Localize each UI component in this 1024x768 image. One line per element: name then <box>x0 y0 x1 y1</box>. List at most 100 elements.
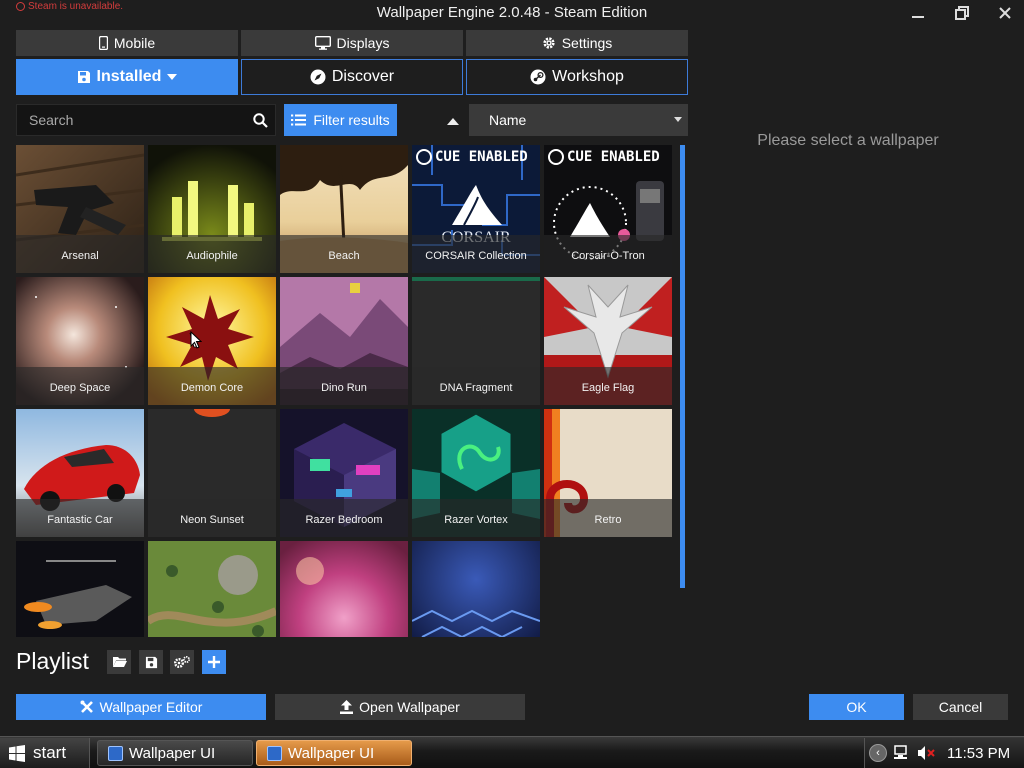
wallpaper-name: Fantastic Car <box>16 499 144 537</box>
close-icon <box>999 7 1011 19</box>
cue-badge: CUE ENABLED <box>416 149 528 165</box>
save-icon <box>145 656 157 668</box>
upload-icon <box>340 700 354 714</box>
tools-icon <box>80 700 93 713</box>
wallpaper-tile[interactable]: Retro <box>544 409 672 537</box>
filter-list-icon <box>291 114 307 126</box>
close-button[interactable] <box>993 2 1017 24</box>
wallpaper-tile[interactable]: Razer Vortex <box>412 409 540 537</box>
taskbar-item-label: Wallpaper UI <box>288 744 375 762</box>
open-wallpaper-label: Open Wallpaper <box>359 699 460 715</box>
wallpaper-tile[interactable]: Demon Core <box>148 277 276 405</box>
wallpaper-name: Audiophile <box>148 235 276 273</box>
system-tray: ‹ 11:53 PM <box>864 738 1024 768</box>
mouse-cursor-icon <box>190 331 202 349</box>
wallpaper-tile[interactable]: Audiophile <box>148 145 276 273</box>
wallpaper-tile[interactable]: Beach <box>280 145 408 273</box>
network-icon[interactable] <box>893 745 911 761</box>
wallpaper-name: Eagle Flag <box>544 367 672 405</box>
wallpaper-editor-button[interactable]: Wallpaper Editor <box>16 694 266 720</box>
playlist-save-button[interactable] <box>139 650 163 674</box>
wallpaper-tile[interactable]: Deep Space <box>16 277 144 405</box>
tab-workshop-label: Workshop <box>552 68 624 85</box>
cancel-button[interactable]: Cancel <box>913 694 1008 720</box>
folder-open-icon <box>112 657 127 667</box>
tab-discover[interactable]: Discover <box>241 59 463 95</box>
cue-badge-text: CUE ENABLED <box>435 149 528 165</box>
wallpaper-tile[interactable]: CUE ENABLED Corsair-O-Tron <box>544 145 672 273</box>
gear-icon <box>543 37 555 49</box>
app-window-icon <box>108 745 123 761</box>
ok-button[interactable]: OK <box>809 694 904 720</box>
sort-value: Name <box>489 112 527 128</box>
wallpaper-tile[interactable] <box>280 541 408 637</box>
filter-results-button[interactable]: Filter results <box>284 104 397 136</box>
restore-icon <box>955 6 969 20</box>
save-icon <box>77 71 90 83</box>
wallpaper-name: Retro <box>544 499 672 537</box>
filter-results-label: Filter results <box>313 112 390 128</box>
wallpaper-name: Dino Run <box>280 367 408 405</box>
wallpaper-tile[interactable]: Dino Run <box>280 277 408 405</box>
tab-discover-label: Discover <box>331 68 395 85</box>
wallpaper-name: Demon Core <box>148 367 276 405</box>
wallpaper-thumbnail <box>16 541 144 637</box>
tab-installed[interactable]: Installed <box>16 59 238 95</box>
wallpaper-tile[interactable]: Arsenal <box>16 145 144 273</box>
wallpaper-tile[interactable] <box>148 541 276 637</box>
wallpaper-tile[interactable]: Neon Sunset <box>148 409 276 537</box>
wallpaper-tile[interactable]: Fantastic Car <box>16 409 144 537</box>
wallpaper-name: DNA Fragment <box>412 367 540 405</box>
wallpaper-name: Razer Bedroom <box>280 499 408 537</box>
sort-direction-button[interactable] <box>444 112 462 130</box>
search-icon[interactable] <box>245 112 275 128</box>
open-wallpaper-button[interactable]: Open Wallpaper <box>275 694 525 720</box>
grid-scrollbar[interactable] <box>680 145 685 588</box>
wallpaper-name: Neon Sunset <box>148 499 276 537</box>
tab-displays[interactable]: Displays <box>241 30 463 56</box>
taskbar: start Wallpaper UI Wallpaper UI ‹ 11:53 … <box>0 736 1024 768</box>
wallpaper-tile[interactable]: DNA Fragment <box>412 277 540 405</box>
playlist-settings-button[interactable] <box>170 650 194 674</box>
monitor-icon <box>314 36 331 50</box>
chevron-down-icon <box>674 117 682 122</box>
power-icon <box>416 149 432 165</box>
tab-displays-label: Displays <box>336 35 390 51</box>
plus-icon <box>208 656 220 668</box>
tab-settings-label: Settings <box>561 35 613 51</box>
playlist-open-button[interactable] <box>107 650 131 674</box>
sort-select[interactable]: Name <box>469 104 688 136</box>
wallpaper-thumbnail <box>148 541 276 637</box>
search-input[interactable] <box>17 112 245 128</box>
minimize-button[interactable] <box>906 2 930 24</box>
wallpaper-tile[interactable]: Razer Bedroom <box>280 409 408 537</box>
taskbar-item-active[interactable]: Wallpaper UI <box>256 740 412 766</box>
wallpaper-editor-label: Wallpaper Editor <box>99 699 203 715</box>
wallpaper-tile[interactable] <box>412 541 540 637</box>
tab-settings[interactable]: Settings <box>466 30 688 56</box>
search-box[interactable] <box>16 104 276 136</box>
windows-logo-icon <box>9 744 25 762</box>
title-bar: Steam is unavailable. Wallpaper Engine 2… <box>0 0 1024 28</box>
restore-button[interactable] <box>950 2 974 24</box>
wallpaper-tile[interactable]: Eagle Flag <box>544 277 672 405</box>
start-button[interactable]: start <box>0 738 90 768</box>
wallpaper-tile[interactable] <box>16 541 144 637</box>
taskbar-item[interactable]: Wallpaper UI <box>97 740 253 766</box>
wallpaper-tile[interactable]: CUE ENABLED CORSAIR CORSAIR Collection <box>412 145 540 273</box>
steam-icon <box>530 69 546 85</box>
volume-muted-icon[interactable] <box>917 745 935 761</box>
tab-workshop[interactable]: Workshop <box>466 59 688 95</box>
cue-badge: CUE ENABLED <box>548 149 660 165</box>
chevron-left-icon[interactable]: ‹ <box>869 744 887 762</box>
tab-mobile[interactable]: Mobile <box>16 30 238 56</box>
app-window-icon <box>267 745 282 761</box>
wallpaper-name: Arsenal <box>16 235 144 273</box>
wallpaper-name: Deep Space <box>16 367 144 405</box>
playlist-add-button[interactable] <box>202 650 226 674</box>
window-title: Wallpaper Engine 2.0.48 - Steam Edition <box>376 4 648 21</box>
chevron-down-icon <box>167 74 178 80</box>
cue-badge-text: CUE ENABLED <box>567 149 660 165</box>
clock[interactable]: 11:53 PM <box>947 745 1010 762</box>
wallpaper-name: Corsair-O-Tron <box>544 235 672 273</box>
